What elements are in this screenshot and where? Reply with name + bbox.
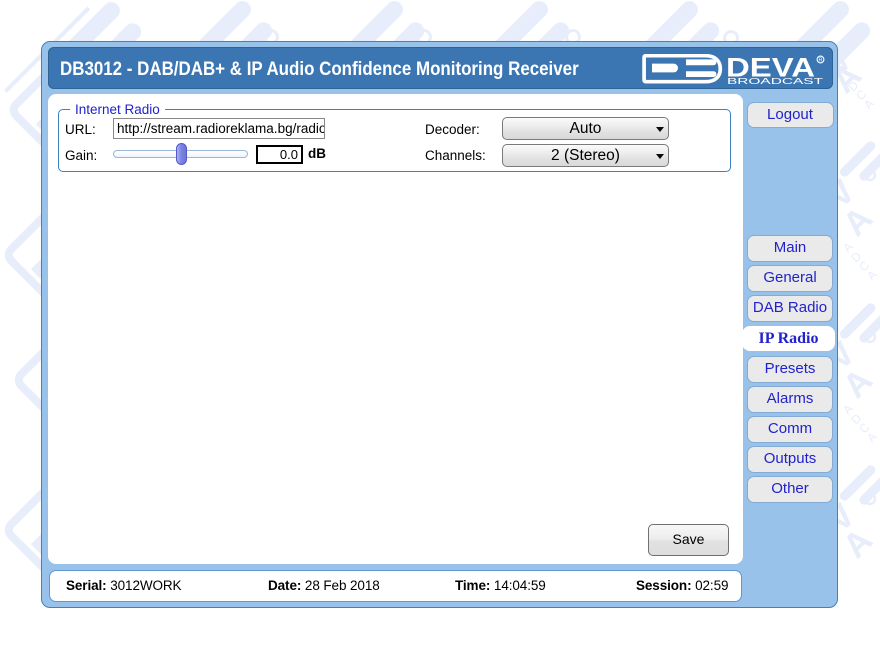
svg-text:R: R [819, 58, 823, 64]
svg-text:A: A [864, 268, 880, 284]
svg-text:BROADCAST: BROADCAST [727, 77, 823, 86]
svg-text:A: A [861, 97, 877, 113]
svg-text:A: A [864, 430, 880, 446]
